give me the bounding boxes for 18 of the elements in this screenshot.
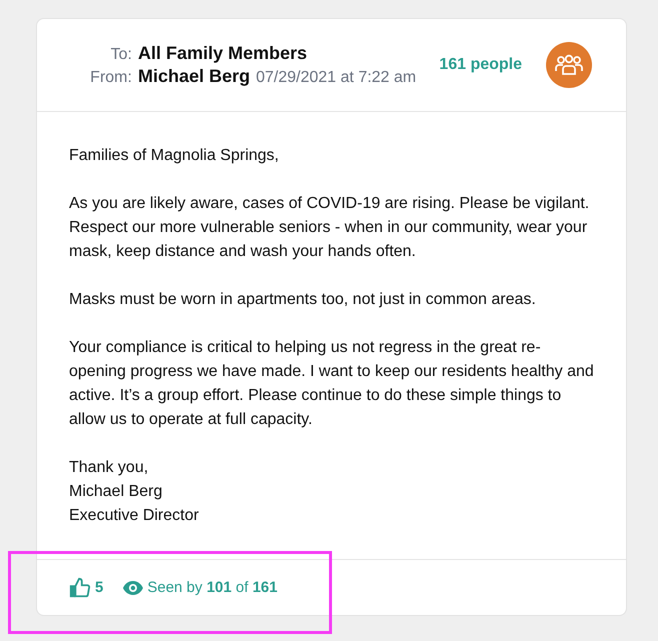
signature-line: Executive Director: [69, 506, 200, 526]
recipient-count[interactable]: 161 people: [439, 56, 522, 74]
message-paragraph: Families of Magnolia Springs,: [69, 146, 280, 166]
signature-line: Thank you,: [69, 458, 150, 478]
thumbs-up-icon[interactable]: [69, 576, 91, 598]
to-label: To:: [110, 46, 132, 64]
message-paragraph: Masks must be worn in apartments too, not just in common areas.: [69, 290, 537, 310]
seen-by-text[interactable]: Seen by 101 of 161: [147, 579, 278, 596]
message-paragraph: As you are likely aware, cases of COVID-19 are rising. Please be vigilant. Respect our more vulnerable seniors - when in our community, wear your mask, keep distance and wash your hands often.: [69, 194, 590, 262]
from-label: From:: [89, 69, 132, 87]
recipient-name: All Family Members: [138, 43, 308, 64]
signature-line: Michael Berg: [69, 482, 164, 502]
message-paragraph: Your compliance is critical to helping us not regress in the great re-opening progress we have made. I want to keep our residents healthy and active. It’s a group effort. Please continue to do these simple things to allow us to operate at full capacity.: [69, 338, 595, 430]
sender-name: Michael Berg: [138, 66, 250, 87]
people-group-icon: [555, 54, 583, 76]
eye-icon: [123, 580, 144, 594]
like-count: 5: [95, 579, 104, 596]
sent-date: 07/29/2021 at 7:22 am: [256, 69, 416, 87]
